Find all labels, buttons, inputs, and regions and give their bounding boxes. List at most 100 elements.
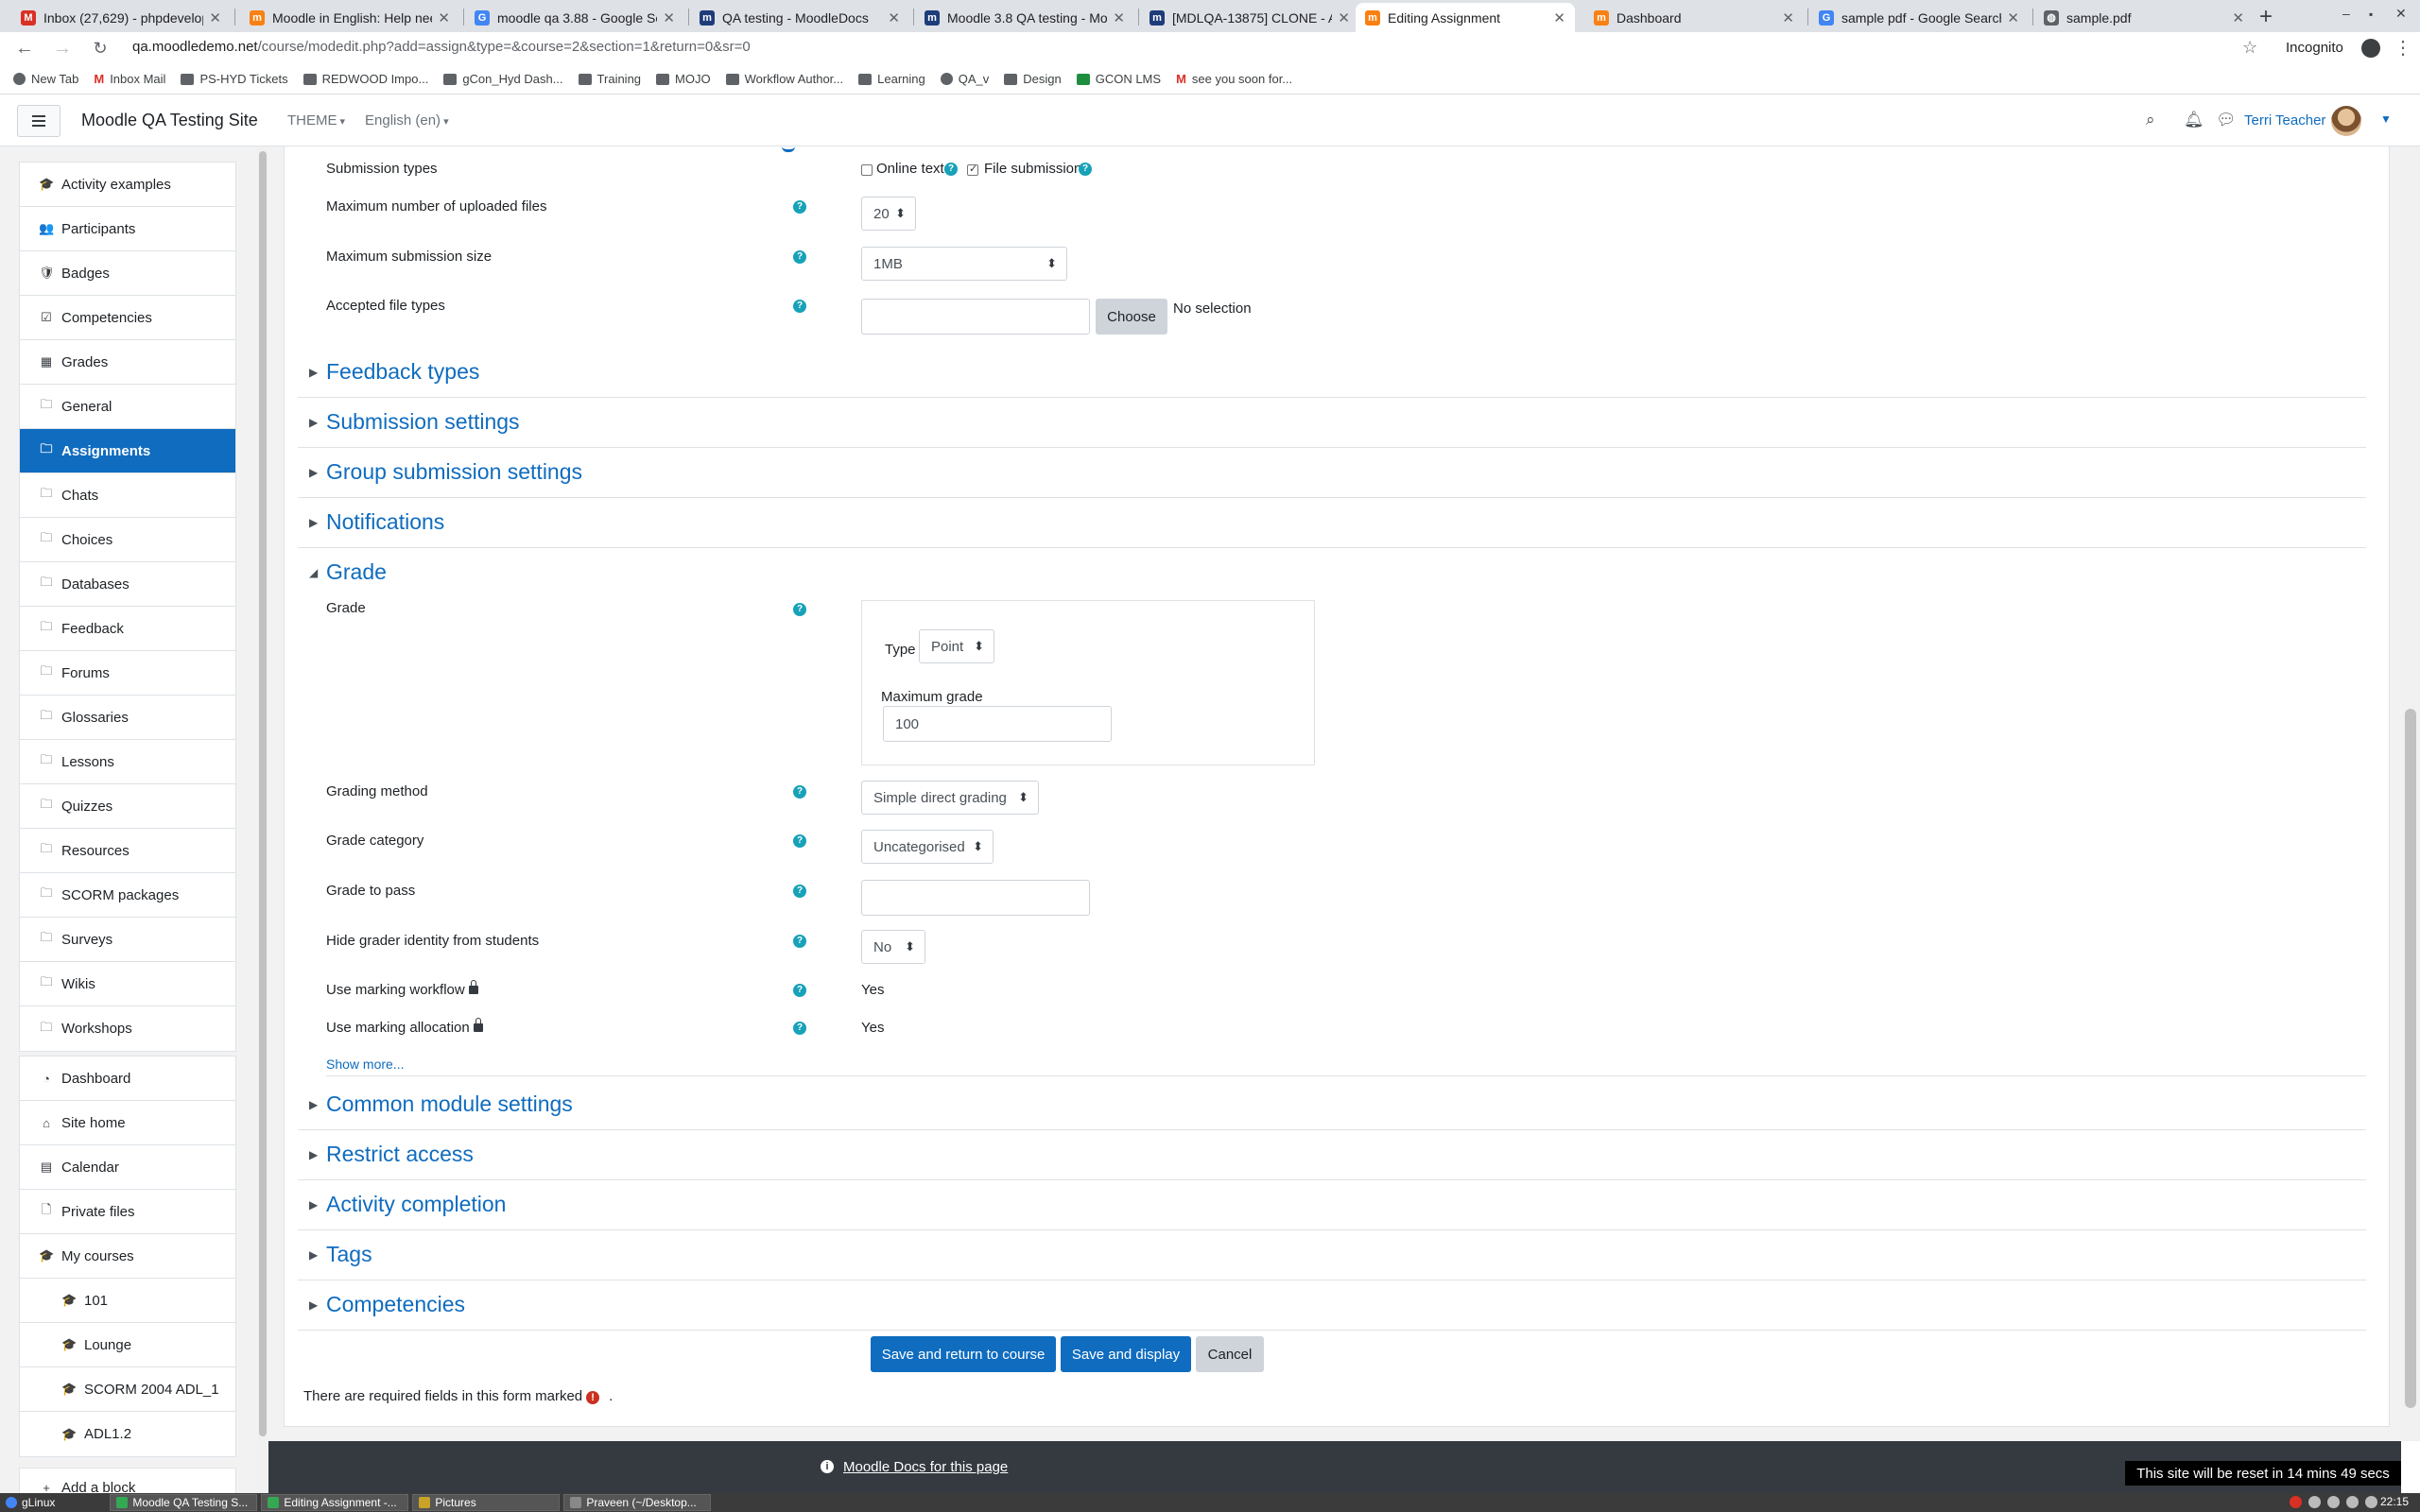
site-name[interactable]: Moodle QA Testing Site [81,111,258,130]
file-submissions-label[interactable]: File submissions [984,161,1089,177]
tray-info-icon[interactable] [2308,1496,2321,1508]
tab-close-icon[interactable]: ✕ [1553,9,1565,26]
browser-tab[interactable]: m [MDLQA-13875] CLONE - An ✕ [1140,3,1359,32]
online-text-checkbox[interactable] [861,164,873,176]
nav-item[interactable]: 🗀 General [20,385,235,429]
moodle-docs-link[interactable]: Moodle Docs for this page [843,1459,1008,1475]
tray-network-icon[interactable] [2365,1496,2377,1508]
reload-icon[interactable]: ↻ [89,39,112,59]
bookmark-item[interactable]: New Tab [13,72,78,86]
collapsed-section-header[interactable]: ▶ Feedback types [298,348,2366,398]
collapsed-section-header[interactable]: ▶ Submission settings [298,398,2366,448]
bookmark-item[interactable]: Training [578,72,641,86]
collapsed-section-header[interactable]: ▶ Restrict access [298,1130,2366,1180]
bookmark-item[interactable]: Workflow Author... [725,72,843,86]
tray-app-icon[interactable] [2290,1496,2302,1508]
nav-item[interactable]: 🗀 Forums [20,651,235,696]
collapsed-section-header[interactable]: ▶ Common module settings [298,1080,2366,1130]
bookmark-star-icon[interactable]: ☆ [2242,38,2257,58]
section-title[interactable]: Group submission settings [326,459,582,485]
nav-item[interactable]: 🎓 My courses [20,1234,235,1279]
browser-tab[interactable]: Gmoodle qa 3.88 - Google Se ✕ [465,3,684,32]
nav-item[interactable]: ⌂ Site home [20,1101,235,1145]
tab-close-icon[interactable]: ✕ [663,9,675,26]
collapsed-section-header[interactable]: ▶ Notifications [298,498,2366,548]
nav-item[interactable]: 🗀 Workshops [20,1006,235,1051]
browser-tab[interactable]: ◍ sample.pdf ✕ [2034,3,2254,32]
nav-item[interactable]: 🗀 Lessons [20,740,235,784]
browser-tab[interactable]: m Moodle in English: Help nee ✕ [240,3,459,32]
bookmark-item[interactable]: M Inbox Mail [94,72,165,86]
nav-item[interactable]: 🗀 Databases [20,562,235,607]
save-display-button[interactable]: Save and display [1061,1336,1191,1372]
cancel-button[interactable]: Cancel [1196,1336,1264,1372]
max-files-select[interactable]: 20 [861,197,916,231]
minimize-icon[interactable]: – [2342,6,2350,21]
bookmark-item[interactable]: Msee you soon for... [1176,72,1292,86]
marking-workflow-help-icon[interactable]: ? [793,984,806,997]
browser-tab[interactable]: M Inbox (27,629) - phpdevelop ✕ [11,3,231,32]
section-title[interactable]: Notifications [326,509,444,535]
bookmark-item[interactable]: Design [1004,72,1062,86]
incognito-icon[interactable] [2361,39,2380,58]
section-title[interactable]: Restrict access [326,1142,474,1167]
add-block-link[interactable]: + Add a block [20,1469,235,1494]
taskbar-window-button[interactable]: Editing Assignment -... [261,1494,409,1511]
browser-tab[interactable]: m QA testing - MoodleDocs ✕ [690,3,909,32]
nav-item[interactable]: 🗀 SCORM packages [20,873,235,918]
theme-menu[interactable]: THEME [287,112,345,129]
bookmark-item[interactable]: GCON LMS [1076,72,1161,86]
section-title[interactable]: Activity completion [326,1192,506,1217]
bookmark-item[interactable]: REDWOOD Impo... [302,72,428,86]
tab-close-icon[interactable]: ✕ [1113,9,1125,26]
collapsed-section-header[interactable]: ▶ Competencies [298,1280,2366,1331]
close-window-icon[interactable]: ✕ [2395,6,2407,22]
nav-item[interactable]: 🛡 Badges [20,251,235,296]
notifications-bell-icon[interactable]: 🔔︎ [2184,111,2204,129]
section-title[interactable]: Common module settings [326,1091,573,1117]
messages-icon[interactable]: 💬︎ [2216,111,2237,129]
nav-item[interactable]: 🎓 ADL1.2 [20,1412,235,1456]
tray-bluetooth-icon[interactable] [2327,1496,2340,1508]
nav-item[interactable]: 🗀 Glossaries [20,696,235,740]
grade-section-title[interactable]: Grade [326,559,387,585]
browser-menu-icon[interactable]: ⋮ [2394,36,2412,60]
browser-tab[interactable]: m Editing Assignment ✕ [1356,3,1575,32]
online-text-help-icon[interactable]: ? [944,163,958,176]
grade-section-header[interactable]: ◢ Grade [298,548,2366,598]
nav-item[interactable]: 🎓 Lounge [20,1323,235,1367]
grading-method-select[interactable]: Simple direct grading [861,781,1039,815]
max-size-help-icon[interactable]: ? [793,250,806,264]
collapsed-section-header[interactable]: ▶ Activity completion [298,1180,2366,1230]
avatar[interactable] [2331,106,2361,136]
nav-item[interactable]: ▦ Grades [20,340,235,385]
marking-allocation-help-icon[interactable]: ? [793,1022,806,1035]
new-tab-icon[interactable]: + [2259,4,2273,30]
tab-close-icon[interactable]: ✕ [2232,9,2244,26]
max-size-select[interactable]: 1MB [861,247,1067,281]
back-icon[interactable]: ← [13,38,36,60]
bookmark-item[interactable]: MOJO [656,72,711,86]
nav-item[interactable]: 🗀 Wikis [20,962,235,1006]
drawer-toggle-button[interactable] [17,105,60,137]
grade-type-select[interactable]: Point [919,629,994,663]
taskbar-window-button[interactable]: Praveen (~/Desktop... [563,1494,712,1511]
choose-button[interactable]: Choose [1096,299,1167,335]
nav-item[interactable]: 🗀 Resources [20,829,235,873]
nav-item[interactable]: ☑ Competencies [20,296,235,340]
browser-tab[interactable]: m Moodle 3.8 QA testing - Moo ✕ [915,3,1134,32]
max-files-help-icon[interactable]: ? [793,200,806,214]
nav-item[interactable]: 🎓 Activity examples [20,163,235,207]
hide-grader-select[interactable]: No [861,930,925,964]
nav-item[interactable]: ▤ Calendar [20,1145,235,1190]
bookmark-item[interactable]: Learning [858,72,925,86]
section-title[interactable]: Competencies [326,1292,465,1317]
collapsed-section-header[interactable]: ▶ Tags [298,1230,2366,1280]
bookmark-item[interactable]: PS-HYD Tickets [181,72,288,86]
max-grade-input[interactable]: 100 [883,706,1112,742]
taskbar-window-button[interactable]: Moodle QA Testing S... [110,1494,258,1511]
drawer-scrollbar-thumb[interactable] [259,151,267,1436]
browser-tab[interactable]: Gsample pdf - Google Search ✕ [1809,3,2029,32]
nav-item[interactable]: 🗀 Assignments [20,429,235,473]
url-field[interactable]: qa.moodledemo.net/course/modedit.php?add… [132,39,751,55]
